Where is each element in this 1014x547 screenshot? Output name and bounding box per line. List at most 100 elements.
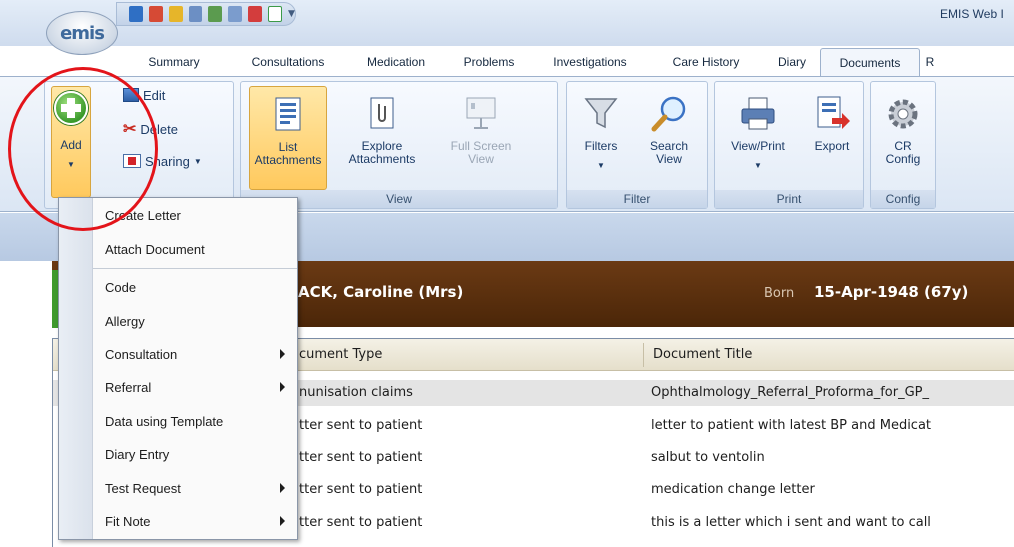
magnifier-icon [649,94,689,134]
menu-item-label: Referral [105,380,152,395]
menu-item-allergy[interactable]: Allergy [93,308,297,334]
users-icon[interactable] [188,6,203,22]
view-group: List Attachments Explore Attachments Ful… [240,81,558,209]
cr-config-line2: Config [885,152,921,166]
export-label: Export [814,139,850,153]
menu-item-label: Fit Note [105,514,151,529]
edit-icon [123,88,139,102]
grid-icon[interactable] [267,6,283,22]
menu-item-test-request[interactable]: Test Request [93,475,297,501]
sharing-button[interactable]: Sharing ▼ [123,150,202,172]
pencil-icon[interactable] [168,6,183,22]
paperclip-document-icon [362,94,402,134]
tab-diary[interactable]: Diary [764,48,820,76]
cr-config-button[interactable]: CR Config [875,86,931,186]
sharing-dropdown-arrow-icon: ▼ [193,156,202,166]
ribbon-tabs: Summary Consultations Medication Problem… [118,48,940,76]
filters-dropdown-arrow-icon: ▼ [597,161,605,170]
filters-button[interactable]: Filters ▼ [571,86,631,186]
cell-document-title: Ophthalmology_Referral_Proforma_for_GP_ [651,385,930,400]
gear-icon [883,94,923,134]
cell-document-type: tter sent to patient [299,418,423,433]
projector-screen-icon [461,94,501,134]
cell-document-type: tter sent to patient [299,515,423,530]
tab-problems[interactable]: Problems [446,48,532,76]
menu-gutter [59,198,93,539]
cell-document-title: salbut to ventolin [651,450,765,465]
view-print-button[interactable]: View/Print ▼ [719,86,797,186]
full-screen-view-line2: View [468,152,494,166]
list-attachments-button[interactable]: List Attachments [249,86,327,190]
title-bar: ▼ EMIS Web I [0,0,1014,46]
menu-item-diary-entry[interactable]: Diary Entry [93,441,297,467]
filter-group: Filters ▼ Search View Filter [566,81,708,209]
config-group-label: Config [871,190,935,208]
tab-consultations[interactable]: Consultations [230,48,346,76]
delete-button[interactable]: ✂ Delete [123,118,178,140]
quick-access-toolbar: ▼ [116,2,296,26]
search-view-button[interactable]: Search View [637,86,701,186]
menu-item-attach-document[interactable]: Attach Document [93,236,297,262]
app-title: EMIS Web I [940,7,1004,21]
ribbon: Add ▼ Edit ✂ Delete Sharing ▼ List Attac… [0,76,1014,212]
edit-label: Edit [143,87,166,103]
print-group-label: Print [715,190,863,208]
print-group: View/Print ▼ Export Print [714,81,864,209]
explore-attachments-button[interactable]: Explore Attachments [341,86,423,186]
back-icon[interactable] [129,6,143,22]
list-attachments-icon [268,95,308,135]
brush-icon[interactable] [248,6,262,22]
customize-arrow-icon[interactable]: ▼ [288,9,295,19]
menu-item-referral[interactable]: Referral [93,374,297,400]
menu-item-label: Allergy [105,314,145,329]
add-plus-icon [54,91,88,125]
edit-button[interactable]: Edit [123,84,165,106]
menu-item-data-using-template[interactable]: Data using Template [93,408,297,434]
full-screen-view-button[interactable]: Full Screen View [437,86,525,186]
add-dropdown-menu: Create Letter Attach Document Code Aller… [58,197,298,540]
tab-summary[interactable]: Summary [118,48,230,76]
cell-document-title: letter to patient with latest BP and Med… [651,418,932,433]
tab-documents[interactable]: Documents [820,48,920,76]
menu-item-label: Consultation [105,347,178,362]
tab-care-history[interactable]: Care History [648,48,764,76]
emis-logo[interactable]: emis [46,11,118,55]
menu-item-consultation[interactable]: Consultation [93,341,297,367]
menu-item-fit-note[interactable]: Fit Note [93,508,297,534]
menu-item-label: Data using Template [105,414,224,429]
search-view-line2: View [656,152,682,166]
printer-icon [738,94,778,134]
filters-label: Filters [584,139,618,153]
born-label: Born [764,286,795,301]
add-button[interactable]: Add ▼ [51,86,91,198]
document-icon[interactable] [228,6,243,22]
tab-r[interactable]: R [920,48,940,76]
export-icon [812,94,852,134]
funnel-icon [581,94,621,134]
delete-icon: ✂ [123,121,137,138]
sharing-icon [123,154,141,168]
menu-separator [93,268,297,269]
menu-item-label: Test Request [105,481,181,496]
menu-item-create-letter[interactable]: Create Letter [93,202,297,228]
cell-document-type: nunisation claims [299,385,413,400]
menu-item-label: Create Letter [105,208,181,223]
export-button[interactable]: Export [805,86,859,186]
patient-name: ACK, Caroline (Mrs) [298,283,464,301]
view-print-label: View/Print [731,139,785,153]
submenu-arrow-icon [280,382,285,392]
cell-document-type: tter sent to patient [299,482,423,497]
menu-item-code[interactable]: Code [93,274,297,300]
tab-medication[interactable]: Medication [346,48,446,76]
add-group: Add ▼ Edit ✂ Delete Sharing ▼ [44,81,234,209]
home-icon[interactable] [148,6,163,22]
column-header-document-title[interactable]: Document Title [653,347,752,362]
column-header-document-type[interactable]: cument Type [299,347,382,362]
born-value: 15-Apr-1948 (67y) [814,283,969,301]
tab-investigations[interactable]: Investigations [532,48,648,76]
column-separator[interactable] [643,343,644,367]
cell-document-type: tter sent to patient [299,450,423,465]
cell-document-title: medication change letter [651,482,815,497]
filter-group-label: Filter [567,190,707,208]
group-icon[interactable] [208,6,223,22]
